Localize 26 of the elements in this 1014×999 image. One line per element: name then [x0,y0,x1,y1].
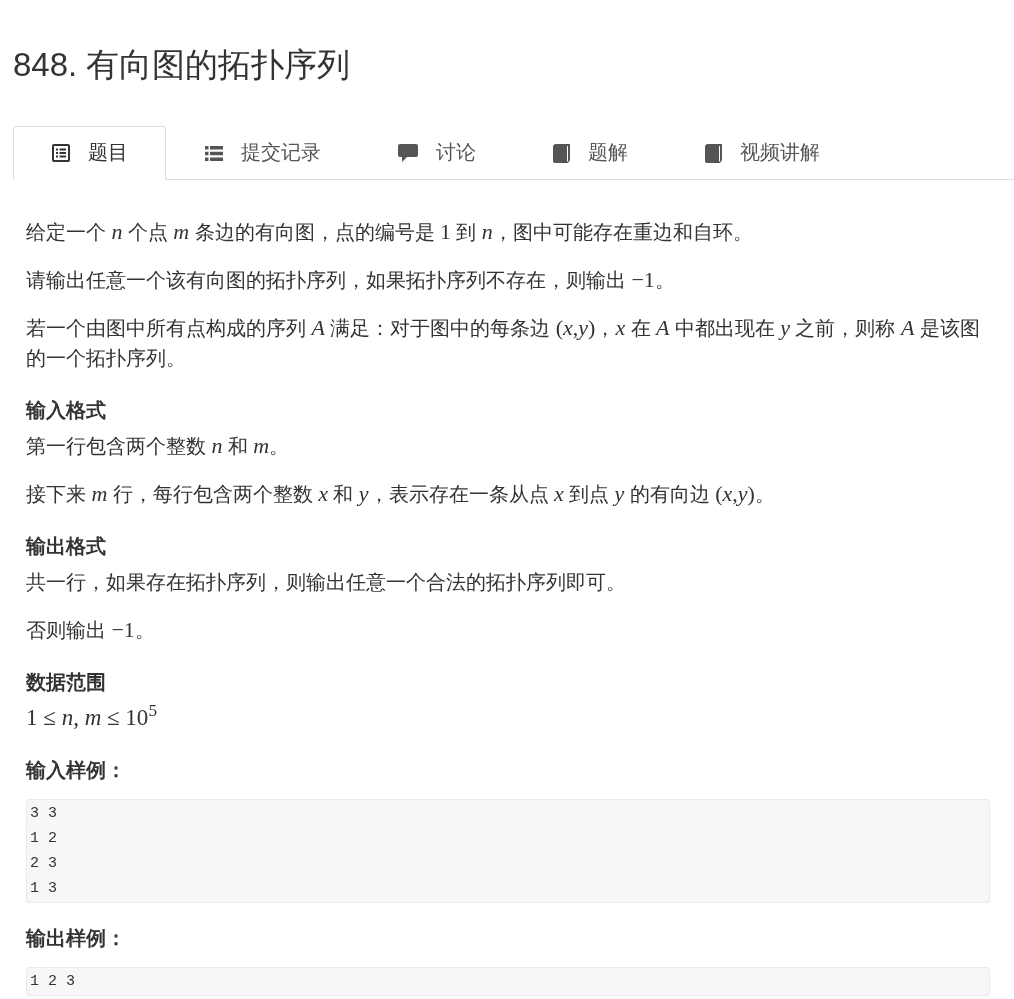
math-formula: 1 ≤ n, m ≤ 10$^{5}$ [26,703,157,732]
paragraph: 若一个由图中所有点构成的序列 A 满足：对于图中的每条边 (x,y)，x 在 A 中都出现在 y 之前，则称 A 是该图的一个拓扑序列。 [26,314,981,371]
tab[interactable]: 题解 [514,126,666,180]
section-heading: 输入样例： [26,758,126,783]
paragraph: 共一行，如果存在拓扑序列，则输出任意一个合法的拓扑序列即可。 [26,570,627,595]
paragraph: 给定一个 n 个点 m 条边的有向图，点的编号是 1 到 n，图中可能存在重边和自环。 [26,218,754,246]
code-block: 3 3 1 2 2 3 1 3 [26,799,990,903]
section-heading: 输入格式 [26,398,106,423]
section-heading: 输出格式 [26,534,106,559]
tab[interactable]: 视频讲解 [666,126,858,180]
paragraph: 否则输出 −1。 [26,616,156,644]
paragraph: 第一行包含两个整数 n 和 m。 [26,432,291,460]
speech-bubble-icon [398,144,418,162]
list-icon [205,145,223,161]
book-icon [705,143,722,163]
page-title: 848. 有向图的拓扑序列 [13,45,351,85]
code-block: 1 2 3 [26,967,990,996]
section-heading: 输出样例： [26,926,126,951]
book-icon [553,143,570,163]
list-document-icon [52,144,70,162]
paragraph: 请输出任意一个该有向图的拓扑序列，如果拓扑序列不存在，则输出 −1。 [26,266,676,294]
paragraph: 接下来 m 行，每行包含两个整数 x 和 y，表示存在一条从点 x 到点 y 的有向边 (x,y)。 [26,480,776,508]
tab[interactable]: 题目 [13,126,166,180]
tab[interactable]: 提交记录 [166,126,359,180]
tab[interactable]: 讨论 [359,126,514,180]
section-heading: 数据范围 [26,670,106,695]
